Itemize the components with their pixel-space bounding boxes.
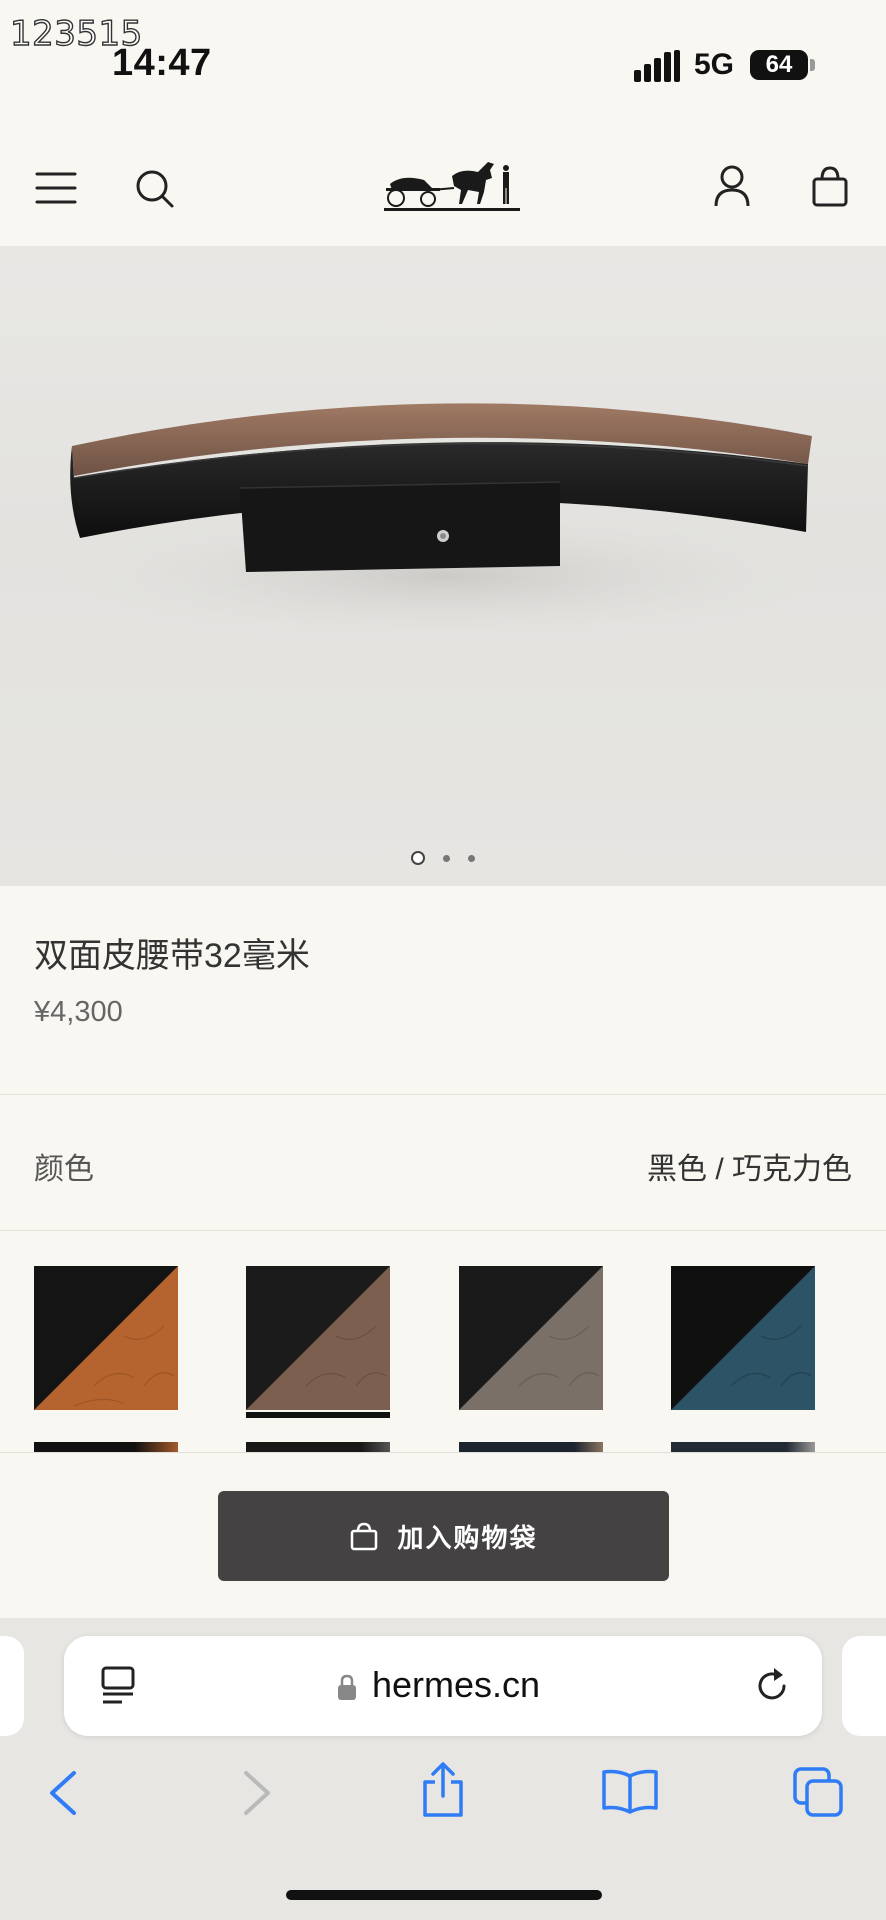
divider bbox=[0, 1230, 886, 1231]
carousel-dot[interactable] bbox=[411, 851, 425, 865]
product-price: ¥4,300 bbox=[34, 996, 123, 1028]
network-type: 5G bbox=[694, 48, 735, 81]
color-label: 颜色 bbox=[34, 1153, 94, 1186]
divider bbox=[0, 1094, 886, 1095]
brand-logo[interactable] bbox=[382, 152, 522, 214]
carousel-indicator[interactable] bbox=[0, 850, 886, 866]
url-text[interactable]: hermes.cn bbox=[372, 1664, 540, 1706]
swatch-black-teal[interactable] bbox=[671, 1266, 815, 1410]
battery-level: 64 bbox=[765, 51, 793, 78]
carousel-dot[interactable] bbox=[468, 854, 475, 862]
product-title: 双面皮腰带32毫米 bbox=[34, 937, 310, 975]
reload-icon[interactable] bbox=[752, 1666, 792, 1711]
swatch-row-partial[interactable] bbox=[34, 1442, 178, 1452]
selected-indicator bbox=[246, 1412, 390, 1418]
swatch-image bbox=[246, 1266, 390, 1410]
selected-color: 黑色 / 巧克力色 bbox=[646, 1153, 852, 1186]
shopping-bag-icon[interactable] bbox=[810, 164, 850, 208]
status-time: 14:47 bbox=[112, 42, 212, 84]
carousel-dot[interactable] bbox=[443, 854, 450, 862]
back-icon[interactable] bbox=[48, 1770, 78, 1821]
product-image[interactable] bbox=[0, 246, 886, 886]
shopping-bag-icon bbox=[351, 1522, 378, 1551]
swatch-black-chocolate[interactable] bbox=[246, 1266, 390, 1418]
swatch-black-tan[interactable] bbox=[34, 1266, 178, 1410]
search-icon[interactable] bbox=[132, 166, 178, 212]
share-icon[interactable] bbox=[418, 1762, 468, 1823]
add-to-cart-label: 加入购物袋 bbox=[397, 1522, 538, 1553]
user-icon[interactable] bbox=[712, 164, 752, 208]
next-tab-preview[interactable] bbox=[842, 1636, 886, 1736]
add-to-cart-button[interactable]: 加入购物袋 bbox=[218, 1491, 669, 1581]
forward-icon[interactable] bbox=[242, 1770, 272, 1821]
tabs-icon[interactable] bbox=[792, 1766, 844, 1823]
swatch-row-partial[interactable] bbox=[246, 1442, 390, 1452]
swatch-black-etoupe[interactable] bbox=[459, 1266, 603, 1410]
previous-tab-preview[interactable] bbox=[0, 1636, 24, 1736]
lock-icon bbox=[336, 1674, 358, 1707]
hamburger-icon[interactable] bbox=[30, 166, 82, 210]
home-indicator bbox=[286, 1890, 602, 1900]
swatch-row-partial[interactable] bbox=[671, 1442, 815, 1452]
bookmarks-icon[interactable] bbox=[600, 1768, 660, 1819]
signal-icon bbox=[634, 50, 680, 82]
battery-icon: 64 bbox=[750, 50, 808, 80]
reader-icon[interactable] bbox=[100, 1666, 136, 1711]
battery-nub bbox=[810, 59, 815, 71]
swatch-row-partial[interactable] bbox=[459, 1442, 603, 1452]
